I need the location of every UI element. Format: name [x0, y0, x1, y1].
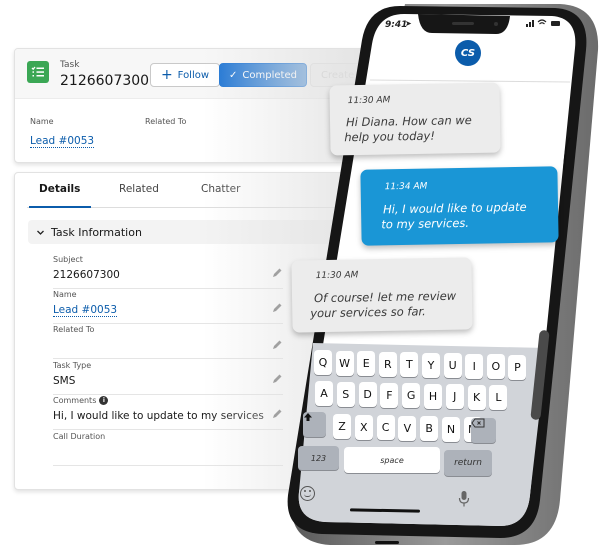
- tab-chatter[interactable]: Chatter: [201, 183, 240, 195]
- key-x[interactable]: X: [354, 414, 373, 440]
- info-icon[interactable]: i: [99, 396, 109, 405]
- key-s[interactable]: S: [336, 381, 355, 407]
- key-g[interactable]: G: [402, 383, 421, 408]
- message-text-line: to my services.: [381, 215, 470, 232]
- key-v[interactable]: V: [398, 415, 417, 441]
- active-tab-indicator: [29, 206, 91, 208]
- key-t[interactable]: T: [400, 352, 419, 377]
- record-tabs: Details Related Chatter: [27, 173, 351, 208]
- message-text-line: Hi Diana. How can we: [345, 113, 472, 130]
- key-b[interactable]: B: [420, 416, 439, 441]
- object-type-label: Task: [60, 60, 80, 70]
- return-key[interactable]: return: [444, 450, 492, 476]
- message-time: 11:34 AM: [384, 181, 428, 193]
- key-u[interactable]: U: [443, 353, 462, 378]
- shift-key[interactable]: [303, 412, 326, 437]
- checkmark-icon: ✓: [229, 69, 238, 81]
- message-text-line: help you today!: [344, 128, 436, 145]
- field-related-to: Related To: [53, 323, 283, 359]
- key-k[interactable]: K: [467, 384, 486, 410]
- create-button[interactable]: Create: [310, 63, 363, 87]
- contact-avatar[interactable]: CS: [455, 40, 481, 66]
- key-e[interactable]: E: [357, 351, 376, 376]
- delete-key[interactable]: [471, 418, 496, 443]
- edit-pencil-icon[interactable]: [271, 339, 283, 351]
- tab-related[interactable]: Related: [119, 183, 159, 195]
- key-p[interactable]: P: [508, 354, 527, 380]
- key-q[interactable]: Q: [314, 350, 332, 375]
- field-call-duration: Call Duration: [53, 430, 283, 466]
- key-r[interactable]: R: [378, 351, 397, 377]
- key-h[interactable]: H: [424, 383, 442, 409]
- section-title: Task Information: [51, 225, 142, 239]
- message-text-line: Of course! let me review: [313, 288, 457, 306]
- field-comments-value: Hi, I would like to update to my service…: [53, 410, 264, 422]
- status-bar-time: 9:41: [385, 20, 408, 30]
- record-header-bar: Task 2126607300 + Follow ✓ Completed Cre…: [15, 49, 363, 99]
- location-arrow-icon: ➤: [405, 19, 412, 28]
- field-subject: Subject 2126607300: [53, 253, 283, 289]
- edit-pencil-icon[interactable]: [271, 302, 283, 314]
- message-bubble-incoming: 11:30 AM Hi Diana. How can we help you t…: [329, 82, 501, 156]
- key-z[interactable]: Z: [333, 414, 351, 439]
- key-d[interactable]: D: [358, 382, 377, 407]
- key-i[interactable]: I: [465, 353, 484, 379]
- record-title: 2126607300: [60, 73, 150, 89]
- header-field-label-name: Name: [30, 117, 54, 126]
- message-bubble-outgoing: 11:34 AM Hi, I would like to update to m…: [360, 166, 559, 246]
- field-name-link[interactable]: Lead #0053: [53, 304, 118, 317]
- header-field-name-link[interactable]: Lead #0053: [30, 135, 95, 148]
- header-field-label-related-to: Related To: [145, 117, 187, 126]
- backspace-icon: [471, 418, 485, 428]
- task-list-icon: [27, 61, 49, 83]
- key-o[interactable]: O: [486, 354, 505, 379]
- numbers-key[interactable]: 123: [298, 446, 339, 470]
- key-l[interactable]: L: [489, 385, 508, 410]
- microphone-icon[interactable]: [458, 490, 470, 508]
- key-f[interactable]: F: [380, 382, 399, 408]
- key-a[interactable]: A: [315, 381, 333, 406]
- message-time: 11:30 AM: [315, 270, 359, 282]
- field-subject-value: 2126607300: [53, 269, 120, 281]
- edit-pencil-icon[interactable]: [271, 373, 283, 385]
- edit-pencil-icon[interactable]: [271, 267, 283, 279]
- chevron-down-icon: [37, 230, 44, 235]
- field-task-type-value: SMS: [53, 375, 76, 387]
- field-task-type: Task Type SMS: [53, 359, 283, 395]
- key-j[interactable]: J: [445, 384, 464, 409]
- follow-button[interactable]: + Follow: [150, 63, 220, 87]
- message-text-line: Hi, I would like to update: [382, 199, 527, 217]
- field-comments: Comments i Hi, I would like to update to…: [53, 394, 283, 430]
- edit-pencil-icon[interactable]: [271, 408, 283, 420]
- message-bubble-incoming: 11:30 AM Of course! let me review your s…: [291, 257, 473, 333]
- key-y[interactable]: Y: [422, 352, 440, 378]
- tab-details[interactable]: Details: [39, 183, 80, 195]
- key-c[interactable]: C: [376, 415, 395, 440]
- plus-icon: +: [160, 67, 173, 83]
- message-time: 11:30 AM: [347, 95, 391, 107]
- key-n[interactable]: N: [442, 416, 460, 442]
- field-name: Name Lead #0053: [53, 288, 283, 324]
- completed-button[interactable]: ✓ Completed: [219, 63, 307, 87]
- section-task-information[interactable]: Task Information: [28, 220, 358, 244]
- record-header-card: Task 2126607300 + Follow ✓ Completed Cre…: [14, 48, 364, 163]
- space-key[interactable]: space: [344, 447, 440, 473]
- key-w[interactable]: W: [335, 350, 354, 376]
- shift-arrow-icon: [304, 413, 312, 421]
- message-text-line: your services so far.: [310, 304, 426, 321]
